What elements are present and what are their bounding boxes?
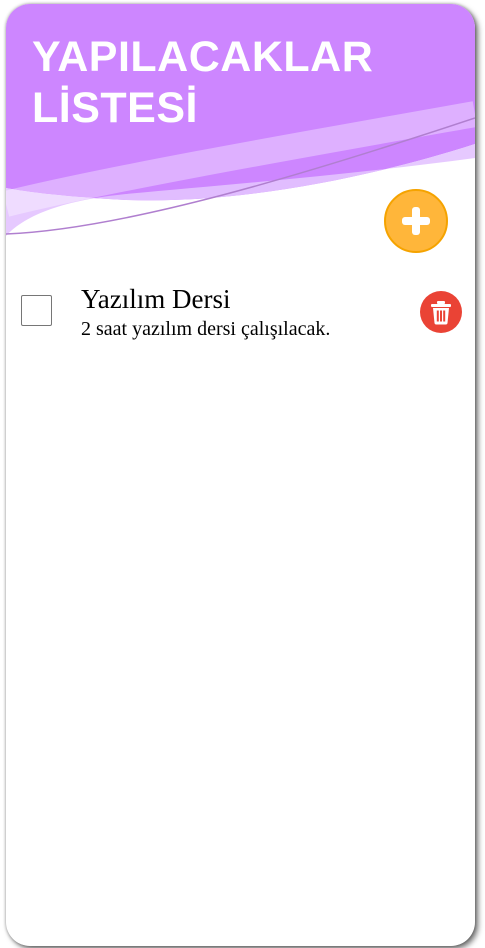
todo-checkbox[interactable]	[21, 295, 52, 326]
delete-todo-button[interactable]	[420, 291, 462, 333]
todo-description: 2 saat yazılım dersi çalışılacak.	[81, 318, 331, 340]
todo-list: Yazılım Dersi 2 saat yazılım dersi çalış…	[6, 284, 475, 346]
todo-app-card: YAPILACAKLAR LİSTESİ Yazılım Dersi 2 saa…	[6, 4, 475, 946]
todo-item: Yazılım Dersi 2 saat yazılım dersi çalış…	[6, 284, 475, 346]
add-todo-button[interactable]	[384, 189, 448, 253]
todo-title: Yazılım Dersi	[81, 284, 231, 314]
trash-icon	[431, 301, 451, 325]
page-title: YAPILACAKLAR LİSTESİ	[32, 33, 374, 132]
plus-icon	[402, 207, 430, 235]
